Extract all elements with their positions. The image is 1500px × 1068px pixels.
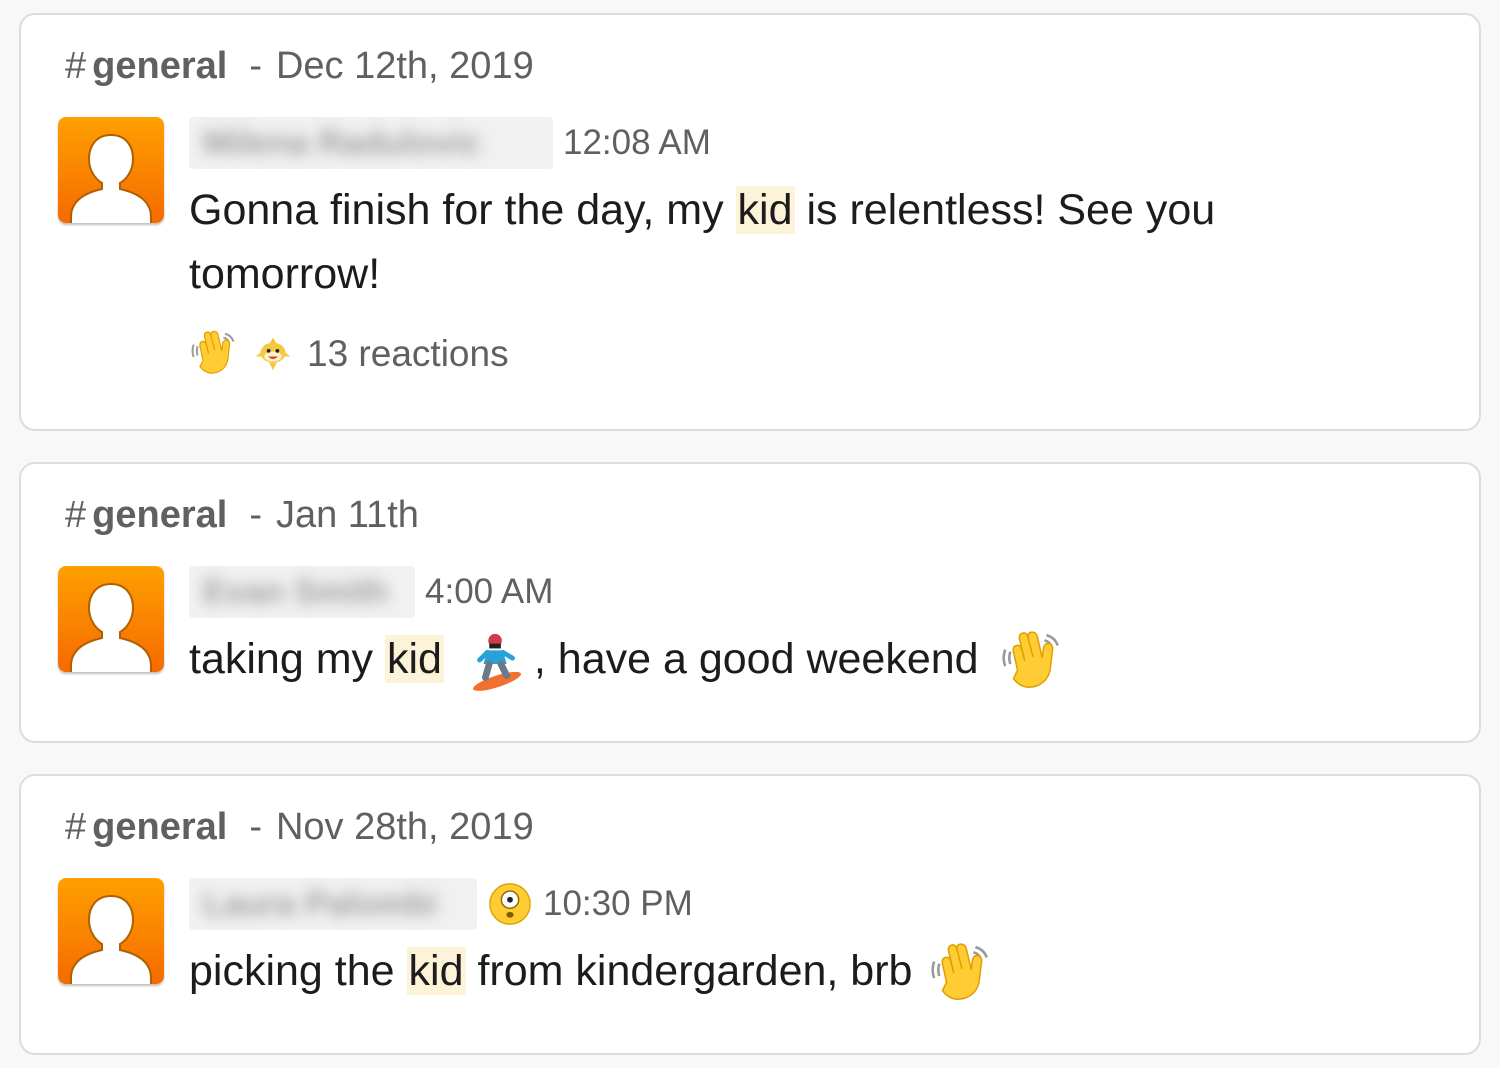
result-header: # general - Jan 11th <box>65 494 419 537</box>
channel-hash: # <box>65 494 87 536</box>
channel-name: general <box>92 494 228 536</box>
avatar[interactable] <box>58 878 164 984</box>
reactions-row[interactable]: 13 reactions <box>189 329 509 379</box>
channel-link[interactable]: # general <box>65 806 227 848</box>
search-highlight: kid <box>735 186 795 234</box>
snowboarder-icon <box>466 629 528 695</box>
sender-name[interactable]: Evan Smith <box>189 566 415 618</box>
message-timestamp[interactable]: 4:00 AM <box>425 572 553 612</box>
header-separator: - <box>249 494 262 536</box>
message-timestamp[interactable]: 12:08 AM <box>563 123 711 163</box>
waving-hand-icon <box>928 941 994 1007</box>
waving-hand-icon <box>189 329 239 379</box>
channel-link[interactable]: # general <box>65 494 227 536</box>
avatar[interactable] <box>58 117 164 223</box>
sender-name[interactable]: Laura Palombi <box>189 878 477 930</box>
reactions-count: 13 reactions <box>307 333 509 374</box>
message-date[interactable]: Dec 12th, 2019 <box>276 45 534 87</box>
channel-hash: # <box>65 806 87 848</box>
channel-hash: # <box>65 45 87 87</box>
channel-name: general <box>92 45 228 87</box>
message-date[interactable]: Nov 28th, 2019 <box>276 806 534 848</box>
avatar[interactable] <box>58 566 164 672</box>
message-text: picking the kid from kindergarden, brb <box>189 939 994 1007</box>
message-timestamp[interactable]: 10:30 PM <box>543 884 693 924</box>
message-text: Gonna finish for the day, my kid is rele… <box>189 186 1216 298</box>
result-header: # general - Nov 28th, 2019 <box>65 806 534 849</box>
user-silhouette-icon <box>58 117 164 223</box>
channel-link[interactable]: # general <box>65 45 227 87</box>
search-highlight: kid <box>406 947 466 995</box>
user-silhouette-icon <box>58 878 164 984</box>
baby-shark-icon <box>253 331 293 377</box>
header-separator: - <box>249 806 262 848</box>
search-highlight: kid <box>384 635 444 683</box>
result-header: # general - Dec 12th, 2019 <box>65 45 534 88</box>
search-result-card[interactable]: # general - Dec 12th, 2019 Milena Radulovic… <box>19 13 1481 431</box>
channel-name: general <box>92 806 228 848</box>
search-result-card[interactable]: # general - Nov 28th, 2019 Laura Palombi 10… <box>19 774 1481 1055</box>
sender-line: Milena Radulovic 12:08 AM <box>189 116 711 170</box>
sender-name[interactable]: Milena Radulovic <box>189 117 553 169</box>
user-silhouette-icon <box>58 566 164 672</box>
sender-line: Laura Palombi 10:30 PM <box>189 877 693 931</box>
dizzy-face-icon[interactable] <box>487 881 533 927</box>
message-date[interactable]: Jan 11th <box>276 494 419 536</box>
header-separator: - <box>249 45 262 87</box>
waving-hand-icon <box>999 629 1065 695</box>
search-result-card[interactable]: # general - Jan 11th Evan Smith 4:00 AM tak… <box>19 462 1481 743</box>
sender-line: Evan Smith 4:00 AM <box>189 565 553 619</box>
message-text: taking my kid , have a good weekend <box>189 627 1065 695</box>
